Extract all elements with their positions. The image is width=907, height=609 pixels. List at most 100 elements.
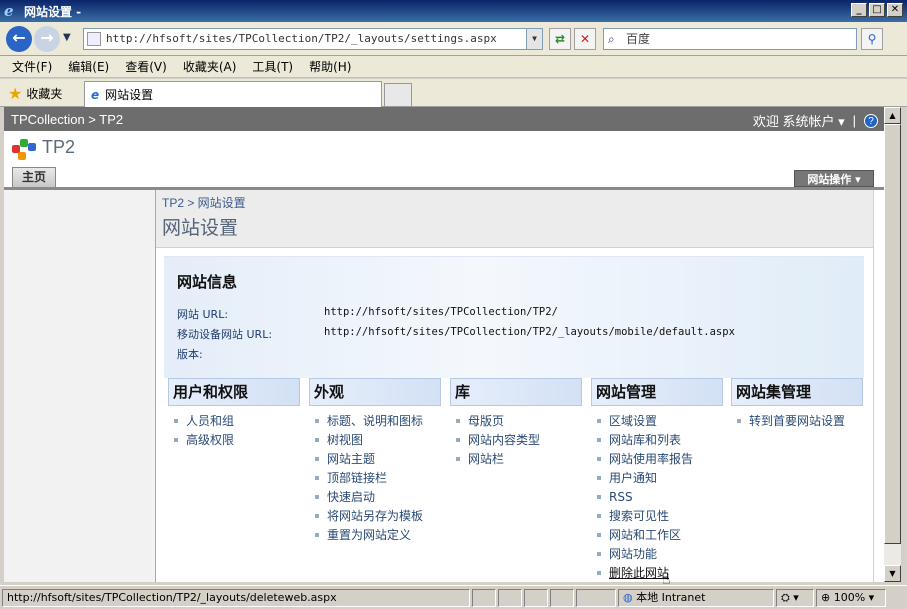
site-header: TP2 主页 网站操作 ▾ — [4, 131, 884, 187]
link-site-features[interactable]: 网站功能 — [591, 545, 723, 564]
site-actions-menu[interactable]: 网站操作 ▾ — [794, 170, 874, 187]
status-url: http://hfsoft/sites/TPCollection/TP2/_la… — [2, 589, 470, 607]
zone-label: 本地 Intranet — [636, 591, 706, 604]
mobile-url-row: 移动设备网站 URL: http://hfsoft/sites/TPCollec… — [177, 326, 735, 342]
mobile-url-value: http://hfsoft/sites/TPCollection/TP2/_la… — [324, 326, 735, 338]
minimize-button[interactable]: _ — [851, 3, 867, 17]
menu-tools[interactable]: 工具(T) — [252, 58, 293, 75]
favorites-button[interactable]: ★ 收藏夹 — [8, 84, 62, 103]
menu-favorites[interactable]: 收藏夹(A) — [183, 58, 237, 75]
new-tab-button[interactable] — [384, 83, 412, 107]
mobile-url-label: 移动设备网站 URL: — [177, 328, 273, 341]
site-url-value: http://hfsoft/sites/TPCollection/TP2/ — [324, 306, 558, 318]
breadcrumb[interactable]: TP2 > 网站设置 — [162, 190, 873, 211]
security-zone: ◍ 本地 Intranet — [618, 589, 774, 607]
page-content: TPCollection > TP2 欢迎 系统帐户 ▾ | ? TP2 主页 … — [4, 107, 884, 582]
address-dropdown-icon[interactable]: ▼ — [526, 29, 542, 49]
tab-home[interactable]: 主页 — [12, 167, 56, 187]
menu-file[interactable]: 文件(F) — [12, 58, 52, 75]
link-regional-settings[interactable]: 区域设置 — [591, 412, 723, 431]
link-user-alerts[interactable]: 用户通知 — [591, 469, 723, 488]
status-pane — [524, 589, 548, 607]
window-title: 网站设置 - — [24, 4, 82, 19]
scroll-thumb[interactable] — [884, 124, 901, 544]
address-input[interactable]: http://hfsoft/sites/TPCollection/TP2/_la… — [83, 28, 543, 50]
link-people-groups[interactable]: 人员和组 — [168, 412, 300, 431]
link-save-as-template[interactable]: 将网站另存为模板 — [309, 507, 441, 526]
scroll-up-icon[interactable]: ▲ — [884, 107, 901, 124]
browser-tab[interactable]: e 网站设置 — [84, 81, 382, 107]
version-label: 版本: — [177, 348, 203, 361]
protected-mode-icon[interactable]: ⛭ ▾ — [776, 589, 814, 607]
quick-launch — [4, 190, 156, 582]
stop-icon[interactable]: ✕ — [574, 28, 596, 50]
link-title-description-icon[interactable]: 标题、说明和图标 — [309, 412, 441, 431]
zoom-icon: ⊕ — [821, 591, 834, 604]
page-title: 网站设置 — [162, 217, 239, 239]
vertical-scrollbar[interactable]: ▲ ▼ — [884, 107, 901, 582]
zoom-level: 100% — [833, 591, 866, 604]
favorites-label: 收藏夹 — [26, 87, 63, 101]
top-breadcrumb[interactable]: TPCollection > TP2 — [11, 112, 123, 127]
link-site-theme[interactable]: 网站主题 — [309, 450, 441, 469]
window-titlebar: e 网站设置 - _ □ ✕ — [0, 0, 907, 22]
link-top-level-site-settings[interactable]: 转到首要网站设置 — [731, 412, 863, 431]
site-info-heading: 网站信息 — [177, 273, 238, 291]
version-row: 版本: — [177, 346, 203, 362]
link-top-link-bar[interactable]: 顶部链接栏 — [309, 469, 441, 488]
link-content-types[interactable]: 网站内容类型 — [450, 431, 582, 450]
forward-icon[interactable]: → — [34, 26, 60, 52]
favorites-bar: ★ 收藏夹 e 网站设置 — [0, 79, 907, 107]
column-site-administration: 网站管理 区域设置 网站库和列表 网站使用率报告 用户通知 RSS 搜索可见性 … — [591, 378, 723, 582]
link-master-pages[interactable]: 母版页 — [450, 412, 582, 431]
tab-title: 网站设置 — [105, 88, 154, 102]
welcome-menu[interactable]: 欢迎 系统帐户 ▾ — [753, 111, 845, 130]
link-tree-view[interactable]: 树视图 — [309, 431, 441, 450]
maximize-button[interactable]: □ — [869, 3, 885, 17]
status-pane — [472, 589, 496, 607]
site-info-panel: 网站信息 网站 URL: http://hfsoft/sites/TPColle… — [164, 256, 864, 378]
link-search-visibility[interactable]: 搜索可见性 — [591, 507, 723, 526]
ie-logo-icon: e — [4, 2, 14, 20]
link-libraries-lists[interactable]: 网站库和列表 — [591, 431, 723, 450]
column-title: 库 — [450, 378, 582, 406]
link-site-columns[interactable]: 网站栏 — [450, 450, 582, 469]
search-placeholder: 百度 — [626, 32, 651, 46]
status-pane — [550, 589, 574, 607]
menu-edit[interactable]: 编辑(E) — [68, 58, 109, 75]
star-icon: ★ — [8, 84, 23, 103]
site-url-label: 网站 URL: — [177, 308, 229, 321]
search-input[interactable]: ⌕ 百度 — [603, 28, 857, 50]
search-icon: ⌕ — [608, 32, 615, 46]
zoom-control[interactable]: ⊕ 100% ▾ — [816, 589, 886, 607]
ie-tab-icon: e — [91, 87, 100, 102]
page-header: TP2 > 网站设置 网站设置 — [156, 190, 873, 248]
link-quick-launch[interactable]: 快速启动 — [309, 488, 441, 507]
link-advanced-permissions[interactable]: 高级权限 — [168, 431, 300, 450]
link-sites-workspaces[interactable]: 网站和工作区 — [591, 526, 723, 545]
menu-bar: 文件(F) 编辑(E) 查看(V) 收藏夹(A) 工具(T) 帮助(H) — [0, 56, 907, 78]
history-dropdown-icon[interactable]: ▼ — [63, 32, 71, 43]
column-title: 网站管理 — [591, 378, 723, 406]
help-icon[interactable]: ? — [864, 113, 878, 128]
page-icon — [87, 32, 101, 46]
link-reset-site-definition[interactable]: 重置为网站定义 — [309, 526, 441, 545]
search-go-icon[interactable]: ⚲ — [861, 28, 883, 50]
column-title: 外观 — [309, 378, 441, 406]
site-title[interactable]: TP2 — [42, 137, 75, 158]
column-galleries: 库 母版页 网站内容类型 网站栏 — [450, 378, 582, 469]
link-rss[interactable]: RSS — [591, 488, 723, 507]
column-title: 网站集管理 — [731, 378, 863, 406]
column-site-collection-admin: 网站集管理 转到首要网站设置 — [731, 378, 863, 431]
menu-help[interactable]: 帮助(H) — [309, 58, 351, 75]
link-usage-reports[interactable]: 网站使用率报告 — [591, 450, 723, 469]
menu-view[interactable]: 查看(V) — [125, 58, 167, 75]
scroll-down-icon[interactable]: ▼ — [884, 565, 901, 582]
back-icon[interactable]: ← — [6, 26, 32, 52]
column-title: 用户和权限 — [168, 378, 300, 406]
status-bar: http://hfsoft/sites/TPCollection/TP2/_la… — [0, 585, 907, 609]
link-delete-site[interactable]: 删除此网站 — [591, 564, 723, 582]
refresh-icon[interactable]: ⇄ — [549, 28, 571, 50]
status-pane — [498, 589, 522, 607]
close-button[interactable]: ✕ — [887, 3, 903, 17]
